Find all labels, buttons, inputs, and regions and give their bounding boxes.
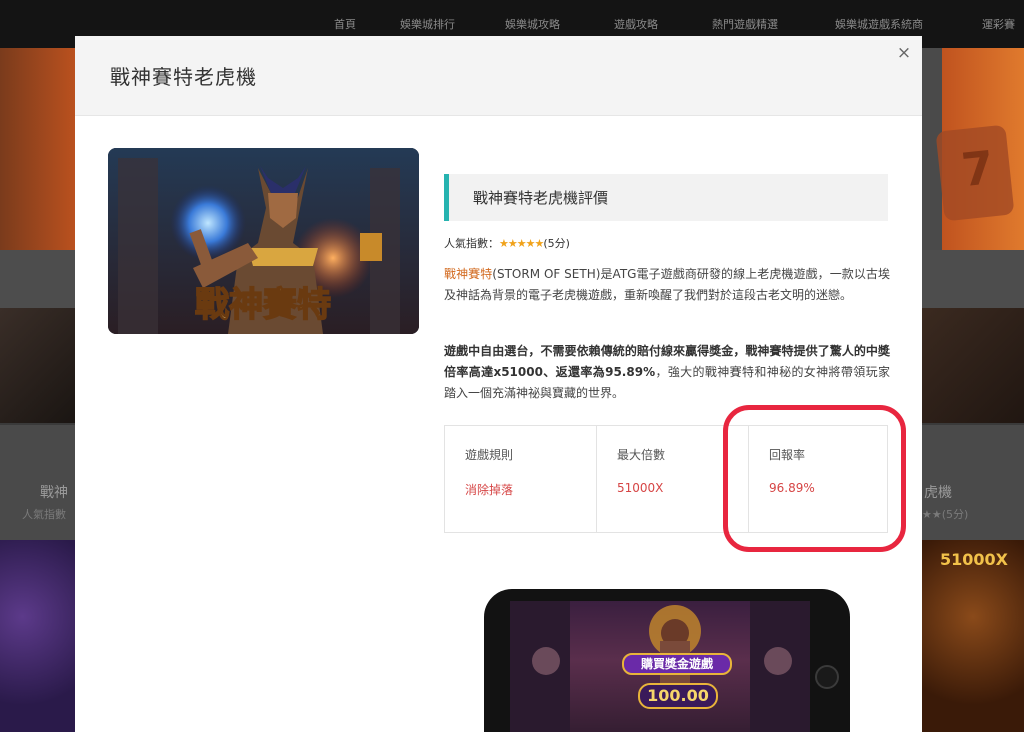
bonus-price-tag: 100.00 <box>638 683 718 709</box>
review-section-heading: 戰神賽特老虎機評價 <box>444 174 888 221</box>
game-stats-table: 遊戲規則 消除掉落 最大倍數 51000X 回報率 96.89% <box>444 425 888 533</box>
stat-max-multiplier: 最大倍數 51000X <box>597 426 749 532</box>
bg-left-card-sub: 人氣指數 <box>22 508 66 521</box>
feature-paragraph: 遊戲中自由選台，不需要依賴傳統的賠付線來贏得獎金，戰神賽特提供了驚人的中獎倍率高… <box>444 341 890 404</box>
stat-label: 遊戲規則 <box>465 448 514 462</box>
intro-text: (STORM OF SETH)是ATG電子遊戲商研發的線上老虎機遊戲，一款以古埃… <box>444 267 890 302</box>
game-art-illustration: 戰神賽特 <box>108 148 419 334</box>
phone-home-button <box>815 665 839 689</box>
stat-game-rule: 遊戲規則 消除掉落 <box>445 426 597 532</box>
phone-screen: 購買獎金遊戲 100.00 <box>510 601 810 732</box>
modal-header: 戰神賽特老虎機 × <box>75 36 922 116</box>
nav-item[interactable]: 娛樂城遊戲系統商 <box>835 16 923 32</box>
slot-seven-char: 7 <box>958 140 997 198</box>
slot-seven-tile: 7 <box>935 124 1015 222</box>
bg-left-card-title: 戰神 <box>40 485 68 501</box>
popularity-rating: 人氣指數：★★★★★(5分) <box>444 235 570 251</box>
star-rating-icon: ★★★★★ <box>499 237 544 250</box>
intro-paragraph: 戰神賽特(STORM OF SETH)是ATG電子遊戲商研發的線上老虎機遊戲，一… <box>444 264 890 306</box>
nav-item[interactable]: 運彩賽 <box>982 16 1015 32</box>
popularity-score: (5分) <box>543 237 570 250</box>
stat-value: 51000X <box>617 481 664 495</box>
bg-game-card-left[interactable] <box>0 308 75 423</box>
game-hero-image: 戰神賽特 <box>108 148 419 334</box>
nav-item[interactable]: 遊戲攻略 <box>614 16 658 32</box>
nav-item[interactable]: 首頁 <box>334 16 356 32</box>
nav-item[interactable]: 娛樂城排行 <box>400 16 455 32</box>
stat-rtp: 回報率 96.89% <box>749 426 887 532</box>
bg-right-card-sub: ★★(5分) <box>922 508 969 521</box>
game-art-title: 戰神賽特 <box>195 285 331 325</box>
close-icon[interactable]: × <box>895 43 913 63</box>
stat-value: 96.89% <box>769 481 815 495</box>
stat-value: 消除掉落 <box>465 483 514 497</box>
review-section-title: 戰神賽特老虎機評價 <box>473 189 609 207</box>
buy-bonus-button: 購買獎金遊戲 <box>622 653 732 675</box>
phone-game-preview: 購買獎金遊戲 100.00 <box>484 589 850 732</box>
modal-title: 戰神賽特老虎機 <box>110 65 257 89</box>
bg-game-card-right[interactable] <box>922 308 1024 423</box>
bg-game-card-bottom-left[interactable] <box>0 540 75 732</box>
bg-multiplier-badge: 51000X <box>940 550 1008 569</box>
nav-item[interactable]: 熱門遊戲精選 <box>712 16 778 32</box>
bg-right-card-title: 虎機 <box>924 485 952 501</box>
nav-item[interactable]: 娛樂城攻略 <box>505 16 560 32</box>
game-name-link[interactable]: 戰神賽特 <box>444 267 492 281</box>
popularity-label: 人氣指數： <box>444 237 499 250</box>
stat-label: 最大倍數 <box>617 448 666 462</box>
game-detail-modal: 戰神賽特老虎機 × 戰神賽特 戰神賽特老虎機評價 人氣指數：★★★★★(5分) … <box>75 36 922 732</box>
stat-label: 回報率 <box>769 448 806 462</box>
